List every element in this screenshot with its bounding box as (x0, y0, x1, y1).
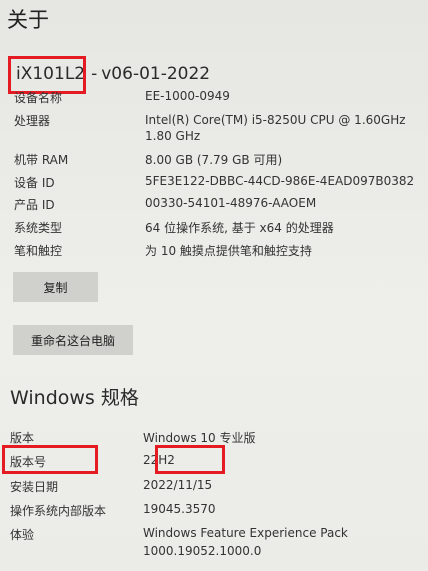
spec-label-product-id: 产品 ID (14, 198, 55, 212)
win-spec-label-install-date: 安装日期 (10, 480, 59, 494)
spec-label-device-name: 设备名称 (14, 91, 63, 105)
spec-value-system-type: 64 位操作系统, 基于 x64 的处理器 (145, 221, 334, 235)
win-spec-label-os-build: 操作系统内部版本 (10, 504, 107, 518)
device-version: v06-01-2022 (101, 64, 211, 84)
spec-value-device-name: EE-1000-0949 (145, 89, 230, 103)
copy-button[interactable]: 复制 (13, 272, 98, 302)
highlight-box-version-label (2, 445, 98, 474)
page-title: 关于 (7, 8, 49, 32)
spec-value-device-id: 5FE3E122-DBBC-44CD-986E-4EAD097B0382 (145, 174, 415, 188)
spec-value-ram: 8.00 GB (7.79 GB 可用) (145, 153, 283, 167)
spec-value-pen-touch: 为 10 触摸点提供笔和触控支持 (145, 244, 312, 258)
spec-value-processor: Intel(R) Core(TM) i5-8250U CPU @ 1.60GHz… (145, 113, 406, 143)
device-name-separator: - (91, 64, 98, 84)
win-spec-value-os-build: 19045.3570 (143, 502, 216, 516)
spec-label-ram: 机带 RAM (14, 153, 69, 167)
spec-label-system-type: 系统类型 (14, 221, 63, 235)
win-spec-value-experience: Windows Feature Experience Pack 1000.190… (143, 526, 348, 558)
rename-pc-button[interactable]: 重命名这台电脑 (13, 325, 133, 355)
about-page: 关于 iX101L2- v06-01-2022 设备名称 EE-1000-0949… (0, 0, 428, 571)
win-spec-label-edition: 版本 (10, 431, 35, 445)
windows-specs-title: Windows 规格 (10, 387, 139, 409)
win-spec-value-install-date: 2022/11/15 (143, 478, 213, 492)
spec-label-device-id: 设备 ID (14, 176, 55, 190)
spec-label-processor: 处理器 (14, 114, 51, 128)
win-spec-label-experience: 体验 (10, 528, 35, 542)
spec-value-product-id: 00330-54101-48976-AAOEM (145, 196, 317, 210)
win-spec-value-edition: Windows 10 专业版 (143, 431, 256, 445)
highlight-box-version-value (155, 445, 225, 474)
spec-label-pen-touch: 笔和触控 (14, 244, 63, 258)
